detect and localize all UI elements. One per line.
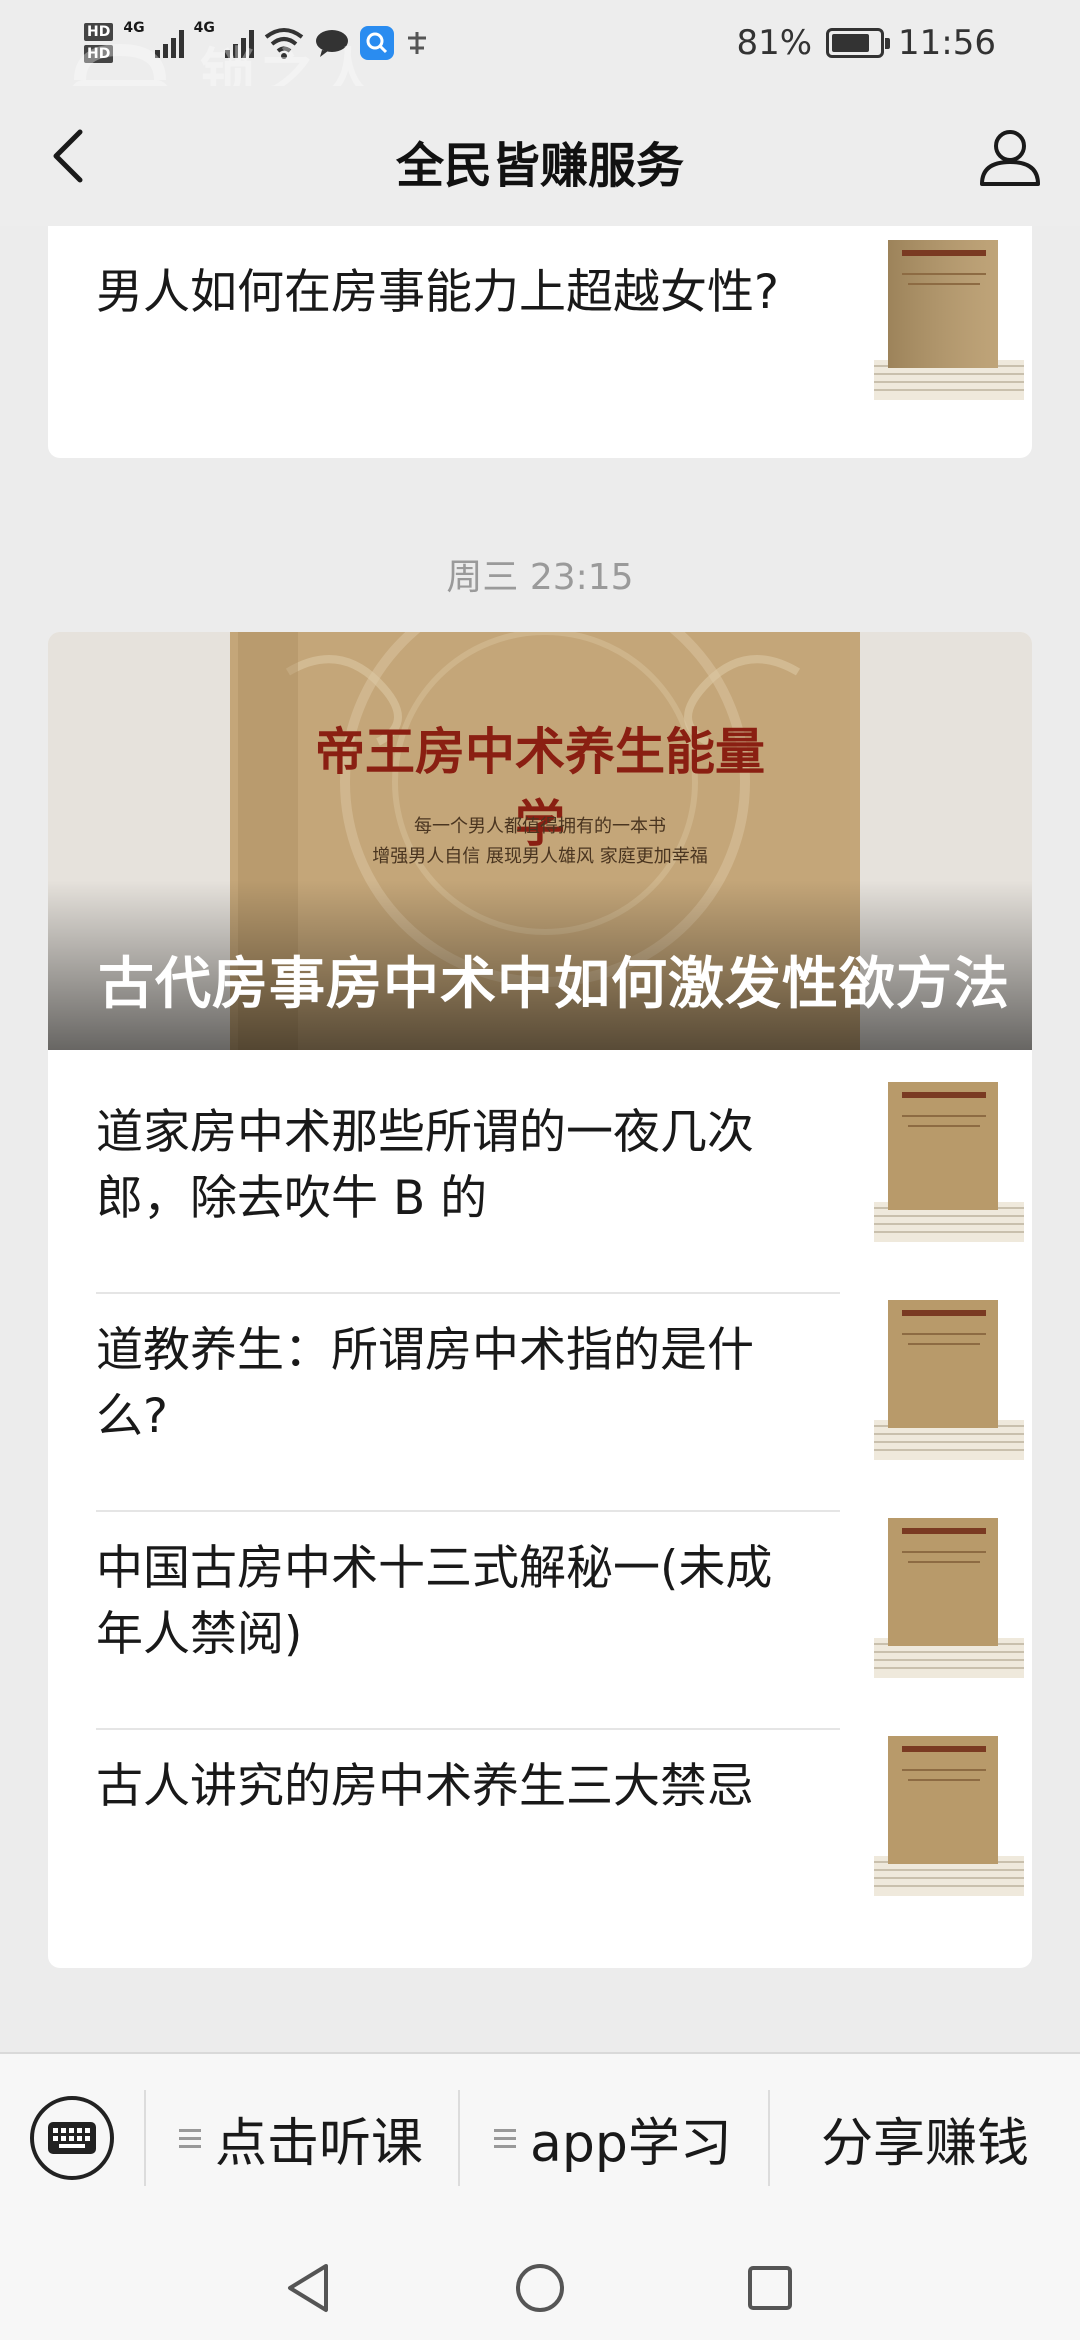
article-group-card: 帝王房中术养生能量学 每一个男人都值得拥有的一本书 增强男人自信 展现男人雄风 …: [48, 632, 1032, 1968]
message-bubble-icon: [315, 30, 348, 57]
article-title: 中国古房中术十三式解秘一(未成年人禁阅): [96, 1541, 773, 1662]
article-title: 男人如何在房事能力上超越女性?: [96, 265, 779, 320]
hd-badges: HD HD: [84, 23, 114, 63]
message-timestamp: 周三 23:15: [446, 557, 634, 598]
title-bar: 全民皆赚服务: [0, 86, 1080, 226]
battery-icon: [826, 28, 891, 58]
list-item[interactable]: 男人如何在房事能力上超越女性?: [96, 226, 1032, 444]
list-item[interactable]: 古人讲究的房中术养生三大禁忌: [96, 1704, 1032, 1922]
cover-title: 古代房事房中术中如何激发性欲方法: [98, 952, 1010, 1017]
book-thumbnail: [874, 240, 1024, 400]
book-thumbnail: [874, 1736, 1024, 1896]
wifi-icon: [264, 28, 304, 59]
menu-item-label: app学习: [530, 2113, 732, 2174]
previous-article-card[interactable]: 男人如何在房事能力上超越女性?: [48, 226, 1032, 458]
article-title: 古人讲究的房中术养生三大禁忌: [96, 1759, 754, 1814]
nav-recent-button[interactable]: [740, 2258, 800, 2318]
menu-item-label: 点击听课: [214, 2113, 423, 2174]
profile-button[interactable]: [970, 116, 1050, 196]
signal-icon-1: [154, 28, 184, 58]
network-label-2: 4G: [193, 20, 215, 36]
hd-badge-2: HD: [84, 45, 114, 63]
list-item[interactable]: 道家房中术那些所谓的一夜几次郎，除去吹牛 B 的: [96, 1050, 1032, 1268]
weather-icon: [407, 32, 426, 54]
nav-back-button[interactable]: [278, 2258, 338, 2318]
status-right: 81% 11:56: [736, 18, 996, 68]
cover-book-subtitle-2: 增强男人自信 展现男人雄风 家庭更加幸福: [372, 846, 708, 867]
hd-badge-1: HD: [84, 23, 114, 41]
list-item[interactable]: 中国古房中术十三式解秘一(未成年人禁阅): [96, 1486, 1032, 1704]
square-recent-icon: [748, 2266, 792, 2310]
page-title: 全民皆赚服务: [395, 138, 684, 194]
menu-item-share[interactable]: 分享赚钱: [770, 2090, 1080, 2186]
cover-book-subtitle-1: 每一个男人都值得拥有的一本书: [414, 816, 666, 837]
clock: 11:56: [898, 23, 996, 63]
status-bar: HD HD 4G 4G 81% 11:56: [0, 0, 1080, 86]
triangle-back-icon: [288, 2264, 328, 2312]
article-title: 道家房中术那些所谓的一夜几次郎，除去吹牛 B 的: [96, 1105, 754, 1226]
battery-percent: 81%: [736, 23, 813, 63]
circle-home-icon: [516, 2264, 564, 2312]
person-icon: [980, 130, 1040, 186]
menu-item-listen[interactable]: 点击听课: [146, 2090, 456, 2186]
nav-home-button[interactable]: [510, 2258, 570, 2318]
book-thumbnail: [874, 1518, 1024, 1678]
keyboard-toggle-button[interactable]: [30, 2096, 114, 2180]
network-label-1: 4G: [123, 20, 145, 36]
book-thumbnail: [874, 1300, 1024, 1460]
menu-item-label: 分享赚钱: [820, 2113, 1029, 2174]
article-title: 道教养生：所谓房中术指的是什么?: [96, 1323, 754, 1444]
menu-list-icon: [494, 2128, 517, 2148]
bottom-menu-bar: 点击听课 app学习 分享赚钱: [0, 2052, 1080, 2236]
keyboard-icon: [48, 2122, 96, 2154]
list-item[interactable]: 道教养生：所谓房中术指的是什么?: [96, 1268, 1032, 1486]
cover-article[interactable]: 帝王房中术养生能量学 每一个男人都值得拥有的一本书 增强男人自信 展现男人雄风 …: [48, 632, 1032, 1050]
app-notification-icon: [359, 26, 394, 60]
menu-item-app[interactable]: app学习: [460, 2090, 766, 2186]
system-nav-bar: [0, 2236, 1080, 2340]
signal-icon-2: [224, 28, 254, 58]
book-thumbnail: [874, 1082, 1024, 1242]
status-left: HD HD 4G 4G: [84, 18, 434, 68]
menu-list-icon: [178, 2128, 201, 2148]
